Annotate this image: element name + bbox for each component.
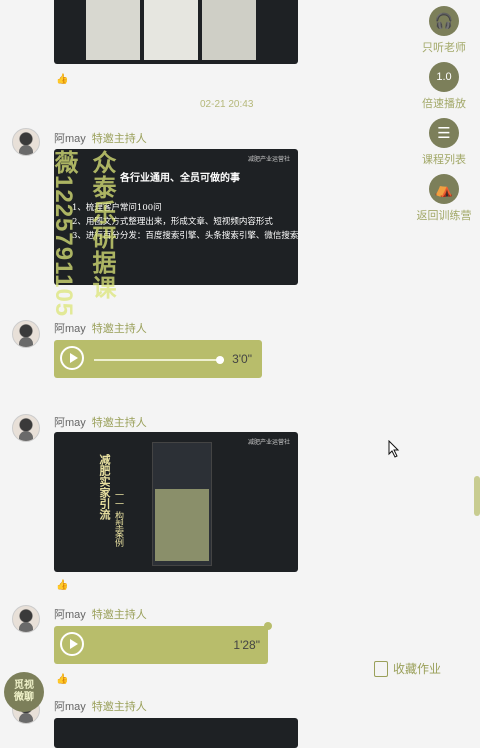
sidebar-item-label: 倍速播放 [422, 98, 466, 110]
voice-duration: 3'0" [232, 352, 252, 366]
avatar[interactable] [12, 128, 40, 156]
author-label: 阿may 特邀主持人 [54, 701, 147, 713]
thumb-icon[interactable]: 👍 [56, 580, 68, 591]
voice-message[interactable]: 1'28" [54, 626, 268, 664]
slide-vertical-title: 减肥实家引流 [98, 454, 111, 520]
timestamp: 02-21 20:43 [200, 99, 254, 110]
avatar[interactable] [12, 320, 40, 348]
image-card-top[interactable] [54, 0, 298, 64]
case-slide-card[interactable]: 减肥产业运营社 减肥实家引流 一一 构型案例 [54, 432, 298, 572]
sidebar-item-label: 只听老师 [422, 42, 466, 54]
voice-message[interactable]: 3'0" [54, 340, 262, 378]
screenshot-image [152, 442, 212, 566]
collect-label: 收藏作业 [393, 662, 442, 676]
slide-header: 减肥产业运营社 [247, 157, 290, 163]
slide-vertical-sub: 一一 构型案例 [113, 490, 123, 547]
audio-progress-track[interactable] [94, 359, 224, 361]
slide-title: 各行业通用、全员可做的事 [120, 173, 240, 184]
play-icon[interactable] [60, 632, 84, 656]
sidebar-item-speed[interactable]: 1.0 倍速播放 [414, 62, 474, 111]
homework-icon [374, 660, 388, 677]
avatar[interactable] [12, 414, 40, 442]
audio-progress-knob[interactable] [216, 356, 224, 364]
speed-icon: 1.0 [429, 62, 459, 92]
author-label: 阿may 特邀主持人 [54, 323, 147, 335]
sidebar-item-label: 返回训练营 [416, 210, 472, 222]
cursor-icon [388, 440, 400, 458]
watermark-line1: 众泰乐研据课 [88, 150, 115, 300]
live-chat-badge[interactable]: 觅视 微聊 [4, 672, 44, 712]
thumb-icon[interactable]: 👍 [56, 74, 68, 85]
thumb-icon[interactable]: 👍 [56, 674, 68, 685]
author-label: 阿may 特邀主持人 [54, 609, 147, 621]
unread-dot [264, 622, 272, 630]
camp-icon: ⛺ [429, 174, 459, 204]
sidebar-item-listen-teacher[interactable]: 🎧 只听老师 [414, 6, 474, 55]
scrollbar-handle[interactable] [474, 476, 480, 516]
headphones-icon: 🎧 [429, 6, 459, 36]
avatar[interactable] [12, 605, 40, 633]
watermark-line2: 薇1225791105 [50, 150, 77, 318]
play-icon[interactable] [60, 346, 84, 370]
voice-duration: 1'28" [233, 638, 260, 652]
sidebar-item-label: 课程列表 [422, 154, 466, 166]
sidebar-item-back-camp[interactable]: ⛺ 返回训练营 [414, 174, 474, 223]
sidebar-item-course-list[interactable]: ☰ 课程列表 [414, 118, 474, 167]
image-card-bottom[interactable] [54, 718, 298, 748]
author-label: 阿may 特邀主持人 [54, 133, 147, 145]
collect-homework-button[interactable]: 收藏作业 [374, 660, 441, 677]
author-label: 阿may 特邀主持人 [54, 417, 147, 429]
slide-header: 减肥产业运营社 [247, 440, 290, 446]
list-icon: ☰ [429, 118, 459, 148]
